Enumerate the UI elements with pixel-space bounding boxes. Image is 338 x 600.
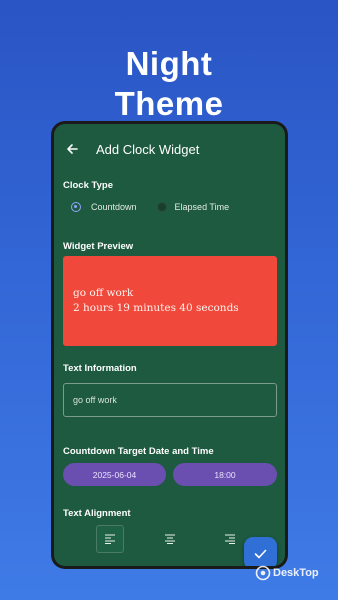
radio-countdown[interactable]: [71, 202, 81, 212]
radio-elapsed-time[interactable]: [156, 202, 167, 212]
confirm-button[interactable]: [244, 537, 277, 566]
widget-preview-label: Widget Preview: [63, 241, 134, 252]
promo-line-1: Night: [125, 45, 213, 82]
radio-countdown-label[interactable]: Countdown: [91, 202, 137, 212]
align-center-icon: [165, 534, 175, 544]
text-alignment-label: Text Alignment: [63, 508, 131, 519]
text-information-input[interactable]: go off work: [63, 383, 277, 417]
clock-type-label: Clock Type: [63, 180, 113, 191]
phone-frame: Add Clock Widget Clock Type Countdown El…: [51, 121, 288, 569]
watermark-text: DeskTop: [273, 567, 319, 579]
widget-preview: go off work 2 hours 19 minutes 40 second…: [63, 256, 277, 346]
app-bar: Add Clock Widget: [54, 138, 285, 160]
watermark: DeskTop: [255, 565, 319, 581]
preview-line-1: go off work: [73, 287, 134, 299]
date-picker-button[interactable]: 2025-06-04: [63, 463, 166, 486]
time-picker-button[interactable]: 18:00: [173, 463, 277, 486]
back-arrow-icon[interactable]: [63, 140, 81, 158]
align-left-icon: [105, 534, 115, 544]
promo-heading: Night Theme: [0, 44, 338, 124]
align-center-button[interactable]: [156, 525, 184, 553]
clock-type-radio-group: Countdown Elapsed Time: [71, 202, 229, 212]
desktop-logo-icon: [255, 565, 271, 581]
text-information-value: go off work: [73, 395, 117, 405]
radio-elapsed-time-label[interactable]: Elapsed Time: [175, 202, 230, 212]
preview-line-2: 2 hours 19 minutes 40 seconds: [73, 302, 239, 314]
check-icon: [254, 549, 267, 558]
countdown-target-label: Countdown Target Date and Time: [63, 446, 214, 457]
align-right-button[interactable]: [216, 525, 244, 553]
align-left-button[interactable]: [96, 525, 124, 553]
promo-line-2: Theme: [114, 85, 224, 122]
app-screen: Add Clock Widget Clock Type Countdown El…: [54, 124, 285, 566]
align-right-icon: [225, 534, 235, 544]
page-title: Add Clock Widget: [96, 141, 200, 157]
text-information-label: Text Information: [63, 363, 137, 374]
